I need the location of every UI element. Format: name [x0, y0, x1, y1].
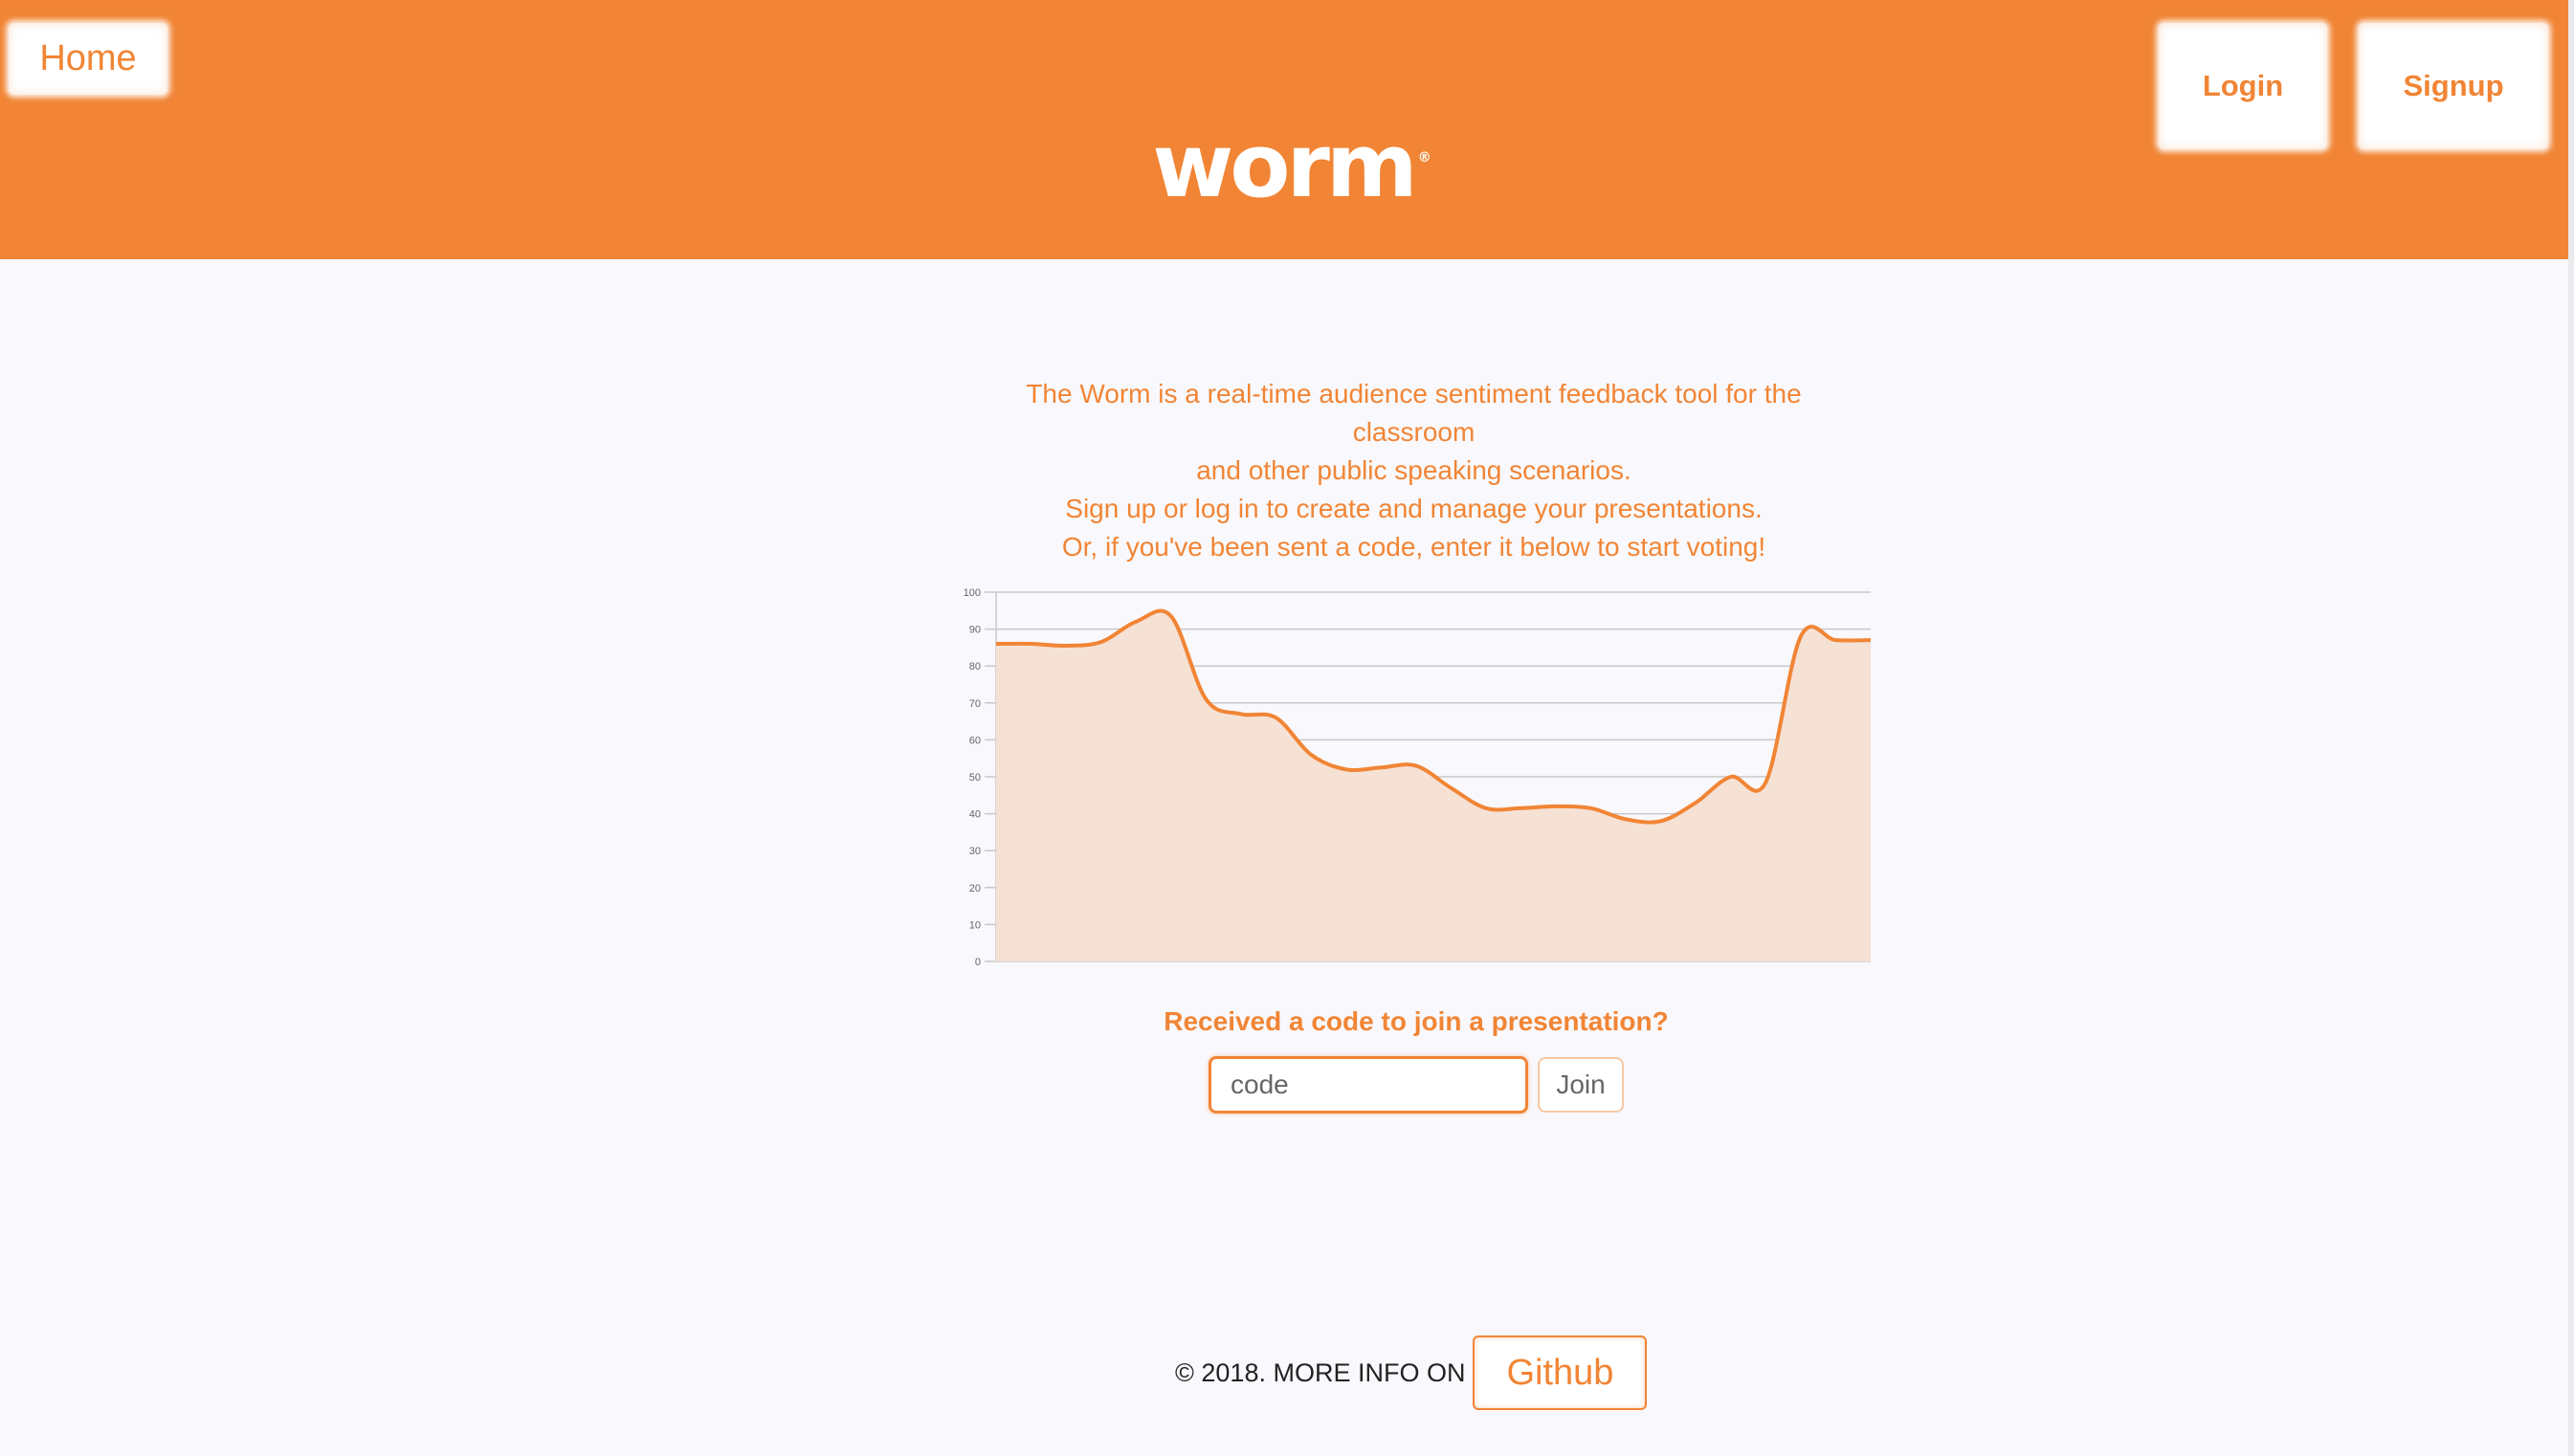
footer: © 2018. MORE INFO ON Github: [1175, 1335, 1648, 1411]
chart-area-fill: [996, 610, 1871, 961]
y-tick-label: 30: [969, 846, 981, 857]
intro-line: and other public speaking scenarios.: [1196, 455, 1631, 485]
signup-button[interactable]: Signup: [2359, 23, 2548, 149]
y-tick-label: 90: [969, 625, 981, 636]
worm-logo: worm ®: [1148, 122, 1435, 228]
join-button[interactable]: Join: [1538, 1057, 1624, 1113]
y-tick-label: 60: [969, 735, 981, 746]
chart-y-axis: 0 10 20 30 40 50 60 70 80 90 100: [964, 587, 981, 968]
y-tick-label: 100: [964, 587, 981, 599]
intro-line: The Worm is a real-time audience sentime…: [1026, 379, 1802, 408]
y-tick-label: 80: [969, 661, 981, 673]
y-tick-label: 0: [975, 957, 981, 968]
github-button[interactable]: Github: [1473, 1335, 1648, 1410]
login-button[interactable]: Login: [2159, 23, 2327, 149]
intro-line: classroom: [1352, 417, 1476, 447]
registered-mark: ®: [1417, 150, 1431, 165]
y-tick-label: 20: [969, 883, 981, 894]
y-tick-label: 70: [969, 698, 981, 710]
join-prompt-heading: Received a code to join a presentation?: [1164, 1006, 1669, 1036]
intro-text: The Worm is a real-time audience sentime…: [995, 375, 1832, 566]
code-input[interactable]: [1209, 1056, 1528, 1114]
intro-line: Or, if you've been sent a code, enter it…: [1061, 532, 1766, 562]
y-tick-label: 10: [969, 919, 981, 931]
intro-line: Sign up or log in to create and manage y…: [1065, 494, 1763, 523]
copyright-text: © 2018. MORE INFO ON: [1175, 1357, 1466, 1387]
scrollbar-track[interactable]: [2568, 0, 2574, 1456]
home-button[interactable]: Home: [9, 23, 167, 95]
logo-text: worm: [1152, 115, 1417, 217]
y-tick-label: 40: [969, 809, 981, 821]
sentiment-chart: 0 10 20 30 40 50 60 70 80 90 100: [964, 587, 1872, 968]
y-tick-label: 50: [969, 772, 981, 783]
